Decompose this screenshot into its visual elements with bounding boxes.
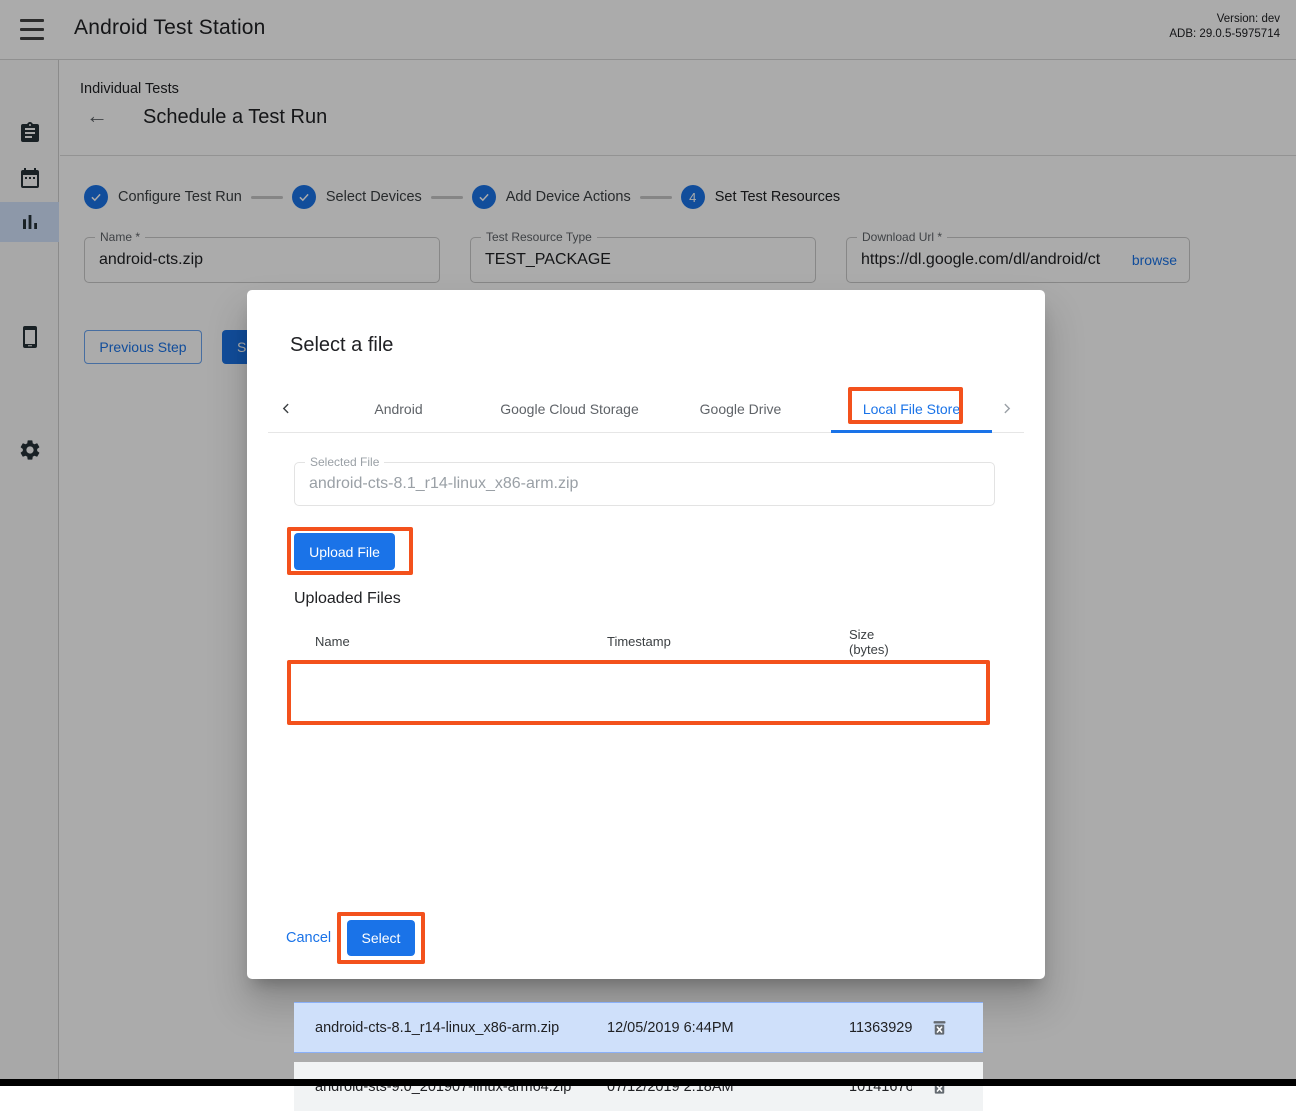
active-tab-ink-bar (831, 430, 992, 433)
timestamp-cell: 12/05/2019 6:44PM (607, 1003, 734, 1052)
tab-google-drive[interactable]: Google Drive (655, 385, 826, 432)
tabs-scroll-right-button[interactable] (990, 385, 1022, 432)
table-row[interactable]: android-sts-9.0_201907-linux-arm64.zip 0… (294, 1062, 983, 1111)
tab-local-file-store[interactable]: Local File Store (826, 385, 997, 432)
selected-file-field[interactable]: Selected File android-cts-8.1_r14-linux_… (294, 462, 995, 506)
dialog-title: Select a file (290, 334, 393, 357)
delete-file-icon (930, 1018, 949, 1037)
column-header-name: Name (315, 634, 350, 649)
file-name-cell: android-sts-9.0_201907-linux-arm64.zip (315, 1062, 571, 1111)
chevron-right-icon (1000, 402, 1013, 415)
bottom-screen-edge (0, 1079, 1296, 1086)
delete-file-button[interactable] (927, 1003, 951, 1052)
size-header-line2: (bytes) (849, 642, 889, 657)
tab-label: Android (374, 401, 422, 417)
cancel-button[interactable]: Cancel (286, 930, 331, 946)
tab-label: Google Cloud Storage (500, 401, 639, 417)
size-cell: 101416764 (849, 1062, 912, 1111)
column-header-size: Size (bytes) (849, 627, 889, 657)
column-header-timestamp: Timestamp (607, 634, 671, 649)
selected-file-value: android-cts-8.1_r14-linux_x86-arm.zip (309, 463, 984, 505)
file-name-cell: android-cts-8.1_r14-linux_x86-arm.zip (315, 1003, 559, 1052)
annotation-box-selected-row (287, 660, 990, 725)
tab-google-cloud-storage[interactable]: Google Cloud Storage (484, 385, 655, 432)
chevron-left-icon (280, 402, 293, 415)
tab-label: Local File Store (863, 401, 960, 417)
delete-file-button[interactable] (927, 1062, 951, 1111)
uploaded-files-heading: Uploaded Files (294, 590, 401, 608)
timestamp-cell: 07/12/2019 2:18AM (607, 1062, 734, 1111)
select-button[interactable]: Select (347, 920, 415, 956)
select-file-dialog: Select a file Android Google Cloud Stora… (247, 290, 1045, 979)
uploaded-files-table: Name Timestamp Size (bytes) android-cts-… (294, 625, 983, 662)
size-header-line1: Size (849, 627, 889, 642)
size-cell: 113639298 (849, 1003, 912, 1052)
tab-android[interactable]: Android (313, 385, 484, 432)
tabs-scroll-left-button[interactable] (270, 385, 302, 432)
table-header-row: Name Timestamp Size (bytes) (294, 625, 983, 662)
upload-file-button[interactable]: Upload File (294, 533, 395, 570)
tab-label: Google Drive (700, 401, 782, 417)
table-row-selected[interactable]: android-cts-8.1_r14-linux_x86-arm.zip 12… (294, 1002, 983, 1053)
android-test-station-app: Android Test Station Version: dev ADB: 2… (0, 0, 1296, 1086)
file-source-tabs: Android Google Cloud Storage Google Driv… (268, 385, 1024, 433)
